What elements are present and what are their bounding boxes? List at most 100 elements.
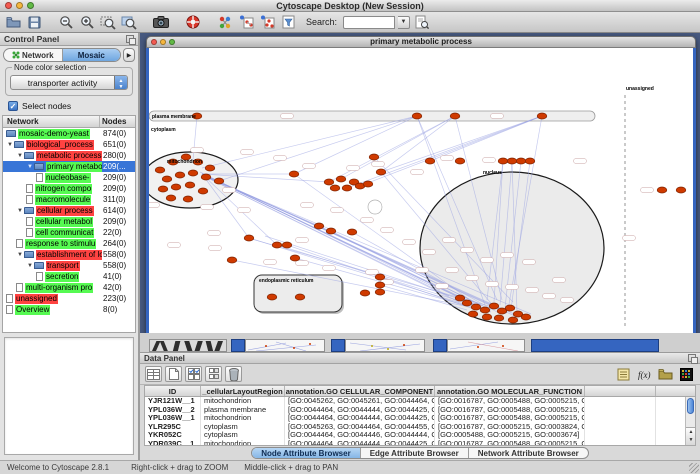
tab-edge-attribute-browser[interactable]: Edge Attribute Browser bbox=[361, 448, 469, 458]
expand-arrow-icon[interactable]: ▼ bbox=[16, 252, 24, 258]
network-node[interactable] bbox=[290, 255, 300, 261]
network-view-window[interactable]: primary metabolic process plasma membran… bbox=[146, 36, 696, 336]
network-node[interactable] bbox=[676, 187, 686, 193]
background-window-strip[interactable] bbox=[331, 339, 345, 352]
tab-network[interactable]: Network bbox=[4, 49, 63, 61]
tree-row[interactable]: response to stimulu264(0) bbox=[3, 238, 135, 249]
zoom-in-icon[interactable] bbox=[78, 14, 96, 31]
attribute-notes-icon[interactable] bbox=[615, 366, 632, 382]
network-node[interactable] bbox=[267, 294, 277, 300]
tree-row[interactable]: Overview8(0) bbox=[3, 304, 135, 315]
table-row[interactable]: YPL036W__1mitochondrion[GO:0044464, GO:0… bbox=[145, 414, 695, 423]
vizmapper-icon[interactable] bbox=[216, 14, 234, 31]
zoom-out-icon[interactable] bbox=[57, 14, 75, 31]
network-node[interactable] bbox=[657, 187, 667, 193]
tree-row[interactable]: cellular metabol209(0) bbox=[3, 216, 135, 227]
network-node[interactable] bbox=[188, 170, 198, 176]
network-node[interactable] bbox=[214, 178, 224, 184]
network-node[interactable] bbox=[468, 311, 478, 317]
tree-row[interactable]: ▼transport558(0) bbox=[3, 260, 135, 271]
tree-row[interactable]: mosaic-demo-yeast874(0) bbox=[3, 128, 135, 139]
open-icon[interactable] bbox=[4, 14, 22, 31]
table-row[interactable]: YKR052Ccytoplasm[GO:0044464, GO:0044446,… bbox=[145, 431, 695, 440]
network-node[interactable] bbox=[455, 158, 465, 164]
expand-arrow-icon[interactable]: ▼ bbox=[26, 263, 34, 269]
zoom-fit-icon[interactable] bbox=[99, 14, 117, 31]
background-window-strip[interactable] bbox=[245, 339, 325, 352]
scrollbar-arrows[interactable]: ▲▼ bbox=[686, 427, 696, 445]
network-node[interactable] bbox=[326, 228, 336, 234]
network-node[interactable] bbox=[185, 182, 195, 188]
expand-arrow-icon[interactable]: ▼ bbox=[26, 164, 34, 170]
resize-grip[interactable] bbox=[689, 463, 699, 473]
network-canvas[interactable]: plasma membranecytoplasmmitochondrionnuc… bbox=[149, 48, 693, 333]
heatmap-icon[interactable] bbox=[678, 366, 695, 382]
network-node[interactable] bbox=[166, 195, 176, 201]
network-node[interactable] bbox=[507, 158, 517, 164]
save-icon[interactable] bbox=[25, 14, 43, 31]
birdseye-view-panel[interactable] bbox=[4, 337, 134, 455]
select-nodes-checkbox[interactable]: ✓ bbox=[8, 101, 18, 111]
network-node[interactable] bbox=[227, 257, 237, 263]
search-dropdown-button[interactable]: ▼ bbox=[398, 16, 410, 29]
attribute-checklist-icon[interactable] bbox=[185, 366, 202, 382]
table-column-header[interactable]: _cellularLayoutRegion bbox=[201, 386, 285, 396]
node-color-dropdown[interactable]: transporter activity ▲▼ bbox=[10, 75, 128, 90]
network-window-titlebar[interactable]: primary metabolic process bbox=[146, 36, 696, 48]
import-attributes-icon[interactable] bbox=[657, 366, 674, 382]
expand-arrow-icon[interactable]: ▼ bbox=[16, 208, 24, 214]
tree-row[interactable]: cell communicat22(0) bbox=[3, 227, 135, 238]
new-attribute-icon[interactable] bbox=[165, 366, 182, 382]
network-node[interactable] bbox=[375, 282, 385, 288]
network-node[interactable] bbox=[376, 169, 386, 175]
background-window-strip[interactable] bbox=[345, 339, 425, 352]
network-node[interactable] bbox=[282, 242, 292, 248]
tree-row[interactable]: macromolecule311(0) bbox=[3, 194, 135, 205]
function-builder-icon[interactable]: f(x) bbox=[636, 366, 653, 382]
network-node[interactable] bbox=[171, 184, 181, 190]
tree-row[interactable]: ▼primary metabol209(... bbox=[3, 161, 135, 172]
search-input[interactable] bbox=[343, 16, 395, 29]
network-node[interactable] bbox=[347, 229, 357, 235]
network-node[interactable] bbox=[498, 158, 508, 164]
network-node[interactable] bbox=[175, 172, 185, 178]
network-node[interactable] bbox=[155, 167, 165, 173]
advanced-search-icon[interactable] bbox=[413, 14, 431, 31]
table-row[interactable]: YPL036W__2plasma membrane[GO:0044464, GO… bbox=[145, 406, 695, 415]
select-attributes-icon[interactable] bbox=[145, 366, 162, 382]
expand-arrow-icon[interactable]: ▼ bbox=[16, 153, 24, 159]
network-node[interactable] bbox=[342, 185, 352, 191]
background-window-strip[interactable] bbox=[149, 339, 227, 352]
network-node[interactable] bbox=[369, 154, 379, 160]
network-node[interactable] bbox=[375, 289, 385, 295]
zoom-selected-icon[interactable] bbox=[120, 14, 138, 31]
more-tabs-button[interactable]: ▶ bbox=[123, 48, 135, 62]
tree-row[interactable]: secretion41(0) bbox=[3, 271, 135, 282]
network-node[interactable] bbox=[525, 158, 535, 164]
filter-icon[interactable] bbox=[279, 14, 297, 31]
table-scrollbar[interactable]: ▲▼ bbox=[685, 397, 695, 445]
network-node[interactable] bbox=[162, 176, 172, 182]
network-node[interactable] bbox=[471, 304, 481, 310]
tree-column-nodes[interactable]: Nodes bbox=[102, 117, 126, 126]
table-column-header[interactable]: annotation.GO MOLECULAR_FUNCTION bbox=[435, 386, 585, 396]
network-node[interactable] bbox=[183, 196, 193, 202]
table-column-header[interactable]: ID bbox=[145, 386, 201, 396]
network-node[interactable] bbox=[289, 171, 299, 177]
network-node[interactable] bbox=[537, 113, 547, 119]
region-plasma-membrane[interactable] bbox=[149, 111, 595, 121]
snapshot-icon[interactable] bbox=[152, 14, 170, 31]
background-window-strip[interactable] bbox=[433, 339, 447, 352]
network-node[interactable] bbox=[330, 185, 340, 191]
tree-row[interactable]: ▼establishment of lo558(0) bbox=[3, 249, 135, 260]
tree-row[interactable]: nucleobase-209(0) bbox=[3, 172, 135, 183]
table-row[interactable]: YDR039C__1mitochondrion[GO:0044464, GO:0… bbox=[145, 440, 695, 447]
network-node[interactable] bbox=[205, 165, 215, 171]
network-node[interactable] bbox=[272, 242, 282, 248]
network-node[interactable] bbox=[482, 314, 492, 320]
network-node[interactable] bbox=[363, 181, 373, 187]
network-node[interactable] bbox=[505, 305, 515, 311]
float-panel-icon[interactable] bbox=[688, 354, 696, 362]
network-node[interactable] bbox=[462, 300, 472, 306]
tab-network-attribute-browser[interactable]: Network Attribute Browser bbox=[469, 448, 588, 458]
